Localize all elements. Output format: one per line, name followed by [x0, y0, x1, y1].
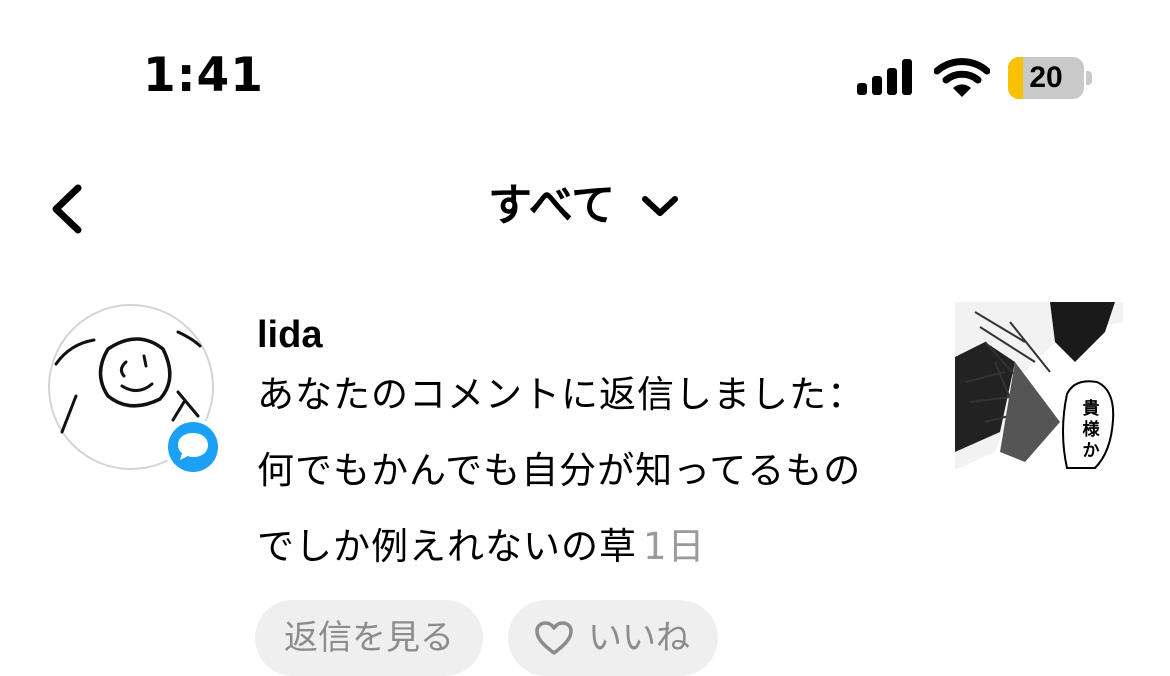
- thumbnail-caption-3: か: [1083, 441, 1100, 461]
- username[interactable]: lida: [257, 312, 322, 358]
- view-replies-button[interactable]: 返信を見る: [255, 600, 483, 676]
- status-time: 1:41: [143, 48, 264, 103]
- like-label: いいね: [588, 618, 690, 658]
- chevron-left-icon[interactable]: [44, 182, 88, 236]
- page-title[interactable]: すべて: [488, 178, 615, 234]
- thumbnail-caption-2: 様: [1083, 419, 1101, 440]
- manga-panel-image: 貴 様 か: [955, 302, 1123, 470]
- battery-percent: 20: [1029, 61, 1063, 94]
- chevron-down-icon[interactable]: [641, 191, 679, 221]
- like-button[interactable]: いいね: [508, 600, 718, 676]
- wifi-icon: [934, 58, 990, 97]
- comment-bubble-icon: [164, 418, 222, 476]
- battery-indicator: 20: [1008, 57, 1092, 99]
- cellular-signal-icon: [857, 59, 912, 95]
- timestamp: 1日: [643, 525, 706, 568]
- battery-cap: [1086, 71, 1092, 85]
- message-text: あなたのコメントに返信しました：何でもかんでも自分が知ってるものでしか例えれない…: [257, 373, 865, 568]
- heart-icon: [535, 621, 573, 655]
- thumbnail-caption-1: 貴: [1083, 398, 1100, 419]
- post-thumbnail[interactable]: 貴 様 か: [955, 302, 1123, 470]
- notification-message: あなたのコメントに返信しました：何でもかんでも自分が知ってるものでしか例えれない…: [257, 357, 897, 585]
